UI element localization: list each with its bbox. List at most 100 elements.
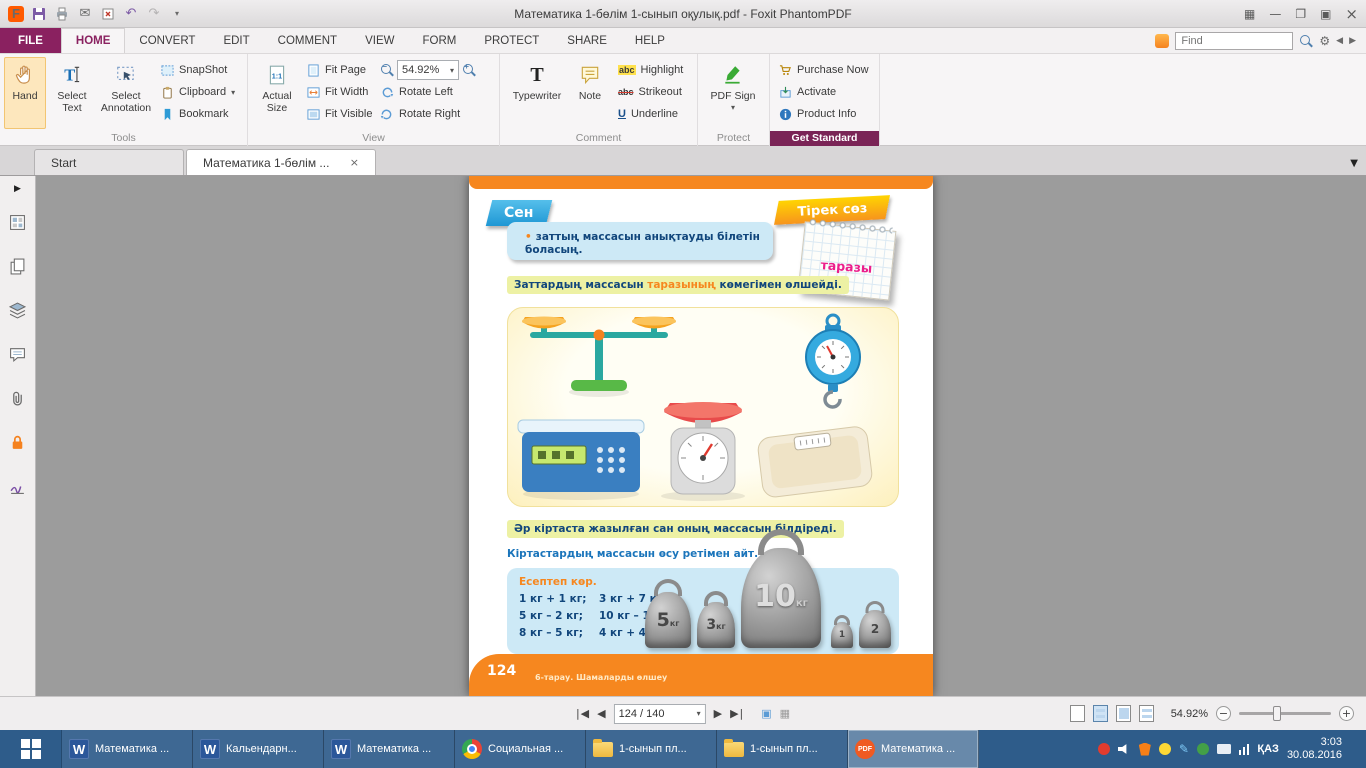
find-input[interactable]: [1175, 32, 1293, 50]
start-button[interactable]: [0, 730, 62, 768]
clipboard-button[interactable]: Clipboard ▾: [160, 82, 235, 102]
taskbar-app-word-3[interactable]: W Математика ...: [324, 730, 455, 768]
fit-width-button[interactable]: Fit Width: [306, 82, 368, 102]
taskbar-app-word-2[interactable]: W Кальендарн...: [193, 730, 324, 768]
find-search-icon[interactable]: [1299, 34, 1313, 48]
zoom-slider[interactable]: [1239, 712, 1331, 715]
ribbon-tab-protect[interactable]: PROTECT: [470, 28, 553, 53]
typewriter-button[interactable]: T Typewriter: [508, 57, 566, 129]
tray-icon-network-bars[interactable]: [1239, 743, 1250, 755]
comments-panel-icon[interactable]: [8, 344, 28, 364]
next-page-button[interactable]: ▶: [714, 707, 722, 720]
fit-page-button[interactable]: Fit Page: [306, 60, 366, 80]
layout-grid-icon[interactable]: ▦: [1244, 7, 1255, 21]
language-indicator[interactable]: ҚАЗ: [1257, 743, 1279, 755]
note-button[interactable]: Note: [570, 57, 610, 129]
undo-icon[interactable]: ↶: [123, 6, 139, 22]
signature-panel-icon[interactable]: [8, 476, 28, 496]
tray-icon-yellow[interactable]: [1159, 743, 1171, 755]
facing-view-icon[interactable]: [1116, 705, 1131, 722]
zoom-in-icon[interactable]: +: [462, 63, 476, 77]
close-document-icon[interactable]: [100, 6, 116, 22]
tray-icon-sound-app[interactable]: [1118, 744, 1131, 755]
underline-button[interactable]: U Underline: [618, 104, 678, 124]
ribbon-tab-convert[interactable]: CONVERT: [125, 28, 209, 53]
ribbon-tab-comment[interactable]: COMMENT: [264, 28, 351, 53]
strikeout-button[interactable]: abc Strikeout: [618, 82, 682, 102]
previous-page-button[interactable]: ◀: [597, 707, 605, 720]
save-icon[interactable]: [31, 6, 47, 22]
actual-size-button[interactable]: 1:1 Actual Size: [254, 57, 300, 129]
attachments-panel-icon[interactable]: [8, 388, 28, 408]
doc-tab-current[interactable]: Математика 1-бөлім ... ×: [186, 149, 376, 175]
ribbon-tab-home[interactable]: HOME: [61, 28, 126, 53]
product-info-button[interactable]: Product Info: [778, 104, 856, 124]
tray-icon-pen[interactable]: ✎: [1179, 742, 1189, 756]
panel-expand-icon[interactable]: ▶: [14, 184, 21, 194]
ribbon-tab-edit[interactable]: EDIT: [209, 28, 263, 53]
ribbon-tab-form[interactable]: FORM: [408, 28, 470, 53]
close-button[interactable]: ×: [1345, 5, 1358, 23]
comment-group-label: Comment: [500, 131, 697, 146]
select-text-button[interactable]: T Select Text: [48, 57, 96, 129]
taskbar-app-foxit[interactable]: PDF Математика ...: [848, 730, 979, 768]
tray-icon-green[interactable]: [1197, 743, 1209, 755]
print-icon[interactable]: [54, 6, 70, 22]
rotate-left-button[interactable]: Rotate Left: [380, 82, 453, 102]
thumbnails-panel-icon[interactable]: [8, 212, 28, 232]
tray-icon-red[interactable]: [1098, 743, 1110, 755]
ribbon-scroll-right-icon[interactable]: ▶: [1349, 36, 1356, 46]
grid2-icon[interactable]: ▣: [1320, 7, 1331, 21]
redo-icon[interactable]: ↷: [146, 6, 162, 22]
document-viewport[interactable]: Сен •заттың массасын анықтауды білетін б…: [36, 176, 1366, 696]
last-page-button[interactable]: ▶|: [730, 707, 743, 720]
doc-tab-list-caret-icon[interactable]: ▼: [1350, 158, 1358, 169]
pdf-sign-button[interactable]: PDF Sign ▾: [707, 57, 759, 129]
ribbon-tab-view[interactable]: VIEW: [351, 28, 408, 53]
doc-tab-close-icon[interactable]: ×: [350, 156, 359, 169]
clock[interactable]: 3:03 30.08.2016: [1287, 736, 1346, 762]
fit-visible-button[interactable]: Fit Visible: [306, 104, 372, 124]
snapshot-button[interactable]: SnapShot: [160, 60, 227, 80]
zoom-out-icon[interactable]: −: [380, 63, 394, 77]
zoom-in-button[interactable]: +: [1339, 706, 1354, 721]
single-page-view-icon[interactable]: [1070, 705, 1085, 722]
doc-tab-start[interactable]: Start: [34, 149, 184, 175]
layers-panel-icon[interactable]: [8, 300, 28, 320]
taskbar-app-word-1[interactable]: W Математика ...: [62, 730, 193, 768]
taskbar-app-folder-1[interactable]: 1-сынып пл...: [586, 730, 717, 768]
first-page-button[interactable]: |◀: [576, 707, 589, 720]
purchase-now-button[interactable]: Purchase Now: [778, 60, 869, 80]
hand-tool-button[interactable]: Hand: [4, 57, 46, 129]
tray-icon-antivirus-shield[interactable]: [1139, 743, 1151, 756]
next-view-button[interactable]: ▦: [780, 707, 790, 720]
security-panel-icon[interactable]: [8, 432, 28, 452]
activate-button[interactable]: Activate: [778, 82, 836, 102]
restore-button[interactable]: ❐: [1295, 7, 1306, 21]
email-icon[interactable]: ✉: [77, 6, 93, 22]
taskbar-app-label: 1-сынып пл...: [750, 743, 818, 755]
taskbar-app-folder-2[interactable]: 1-сынып пл...: [717, 730, 848, 768]
pages-panel-icon[interactable]: [8, 256, 28, 276]
continuous-view-icon[interactable]: [1093, 705, 1108, 722]
continuous-facing-view-icon[interactable]: [1139, 705, 1154, 722]
ribbon-tab-help[interactable]: HELP: [621, 28, 679, 53]
previous-view-button[interactable]: ▣: [761, 707, 771, 720]
minimize-button[interactable]: —: [1269, 7, 1281, 21]
app-logo-icon[interactable]: F: [8, 6, 24, 22]
rotate-right-button[interactable]: Rotate Right: [380, 104, 460, 124]
ribbon-tab-share[interactable]: SHARE: [553, 28, 621, 53]
zoom-slider-handle[interactable]: [1273, 706, 1281, 721]
gear-icon[interactable]: ⚙: [1319, 34, 1330, 48]
highlight-button[interactable]: abc Highlight: [618, 60, 683, 80]
tray-icon-keyboard[interactable]: [1217, 744, 1231, 754]
taskbar-app-chrome[interactable]: Социальная ...: [455, 730, 586, 768]
bookmark-button[interactable]: Bookmark: [160, 104, 229, 124]
page-number-combobox[interactable]: 124 / 140 ▾: [614, 704, 706, 724]
ribbon-tab-file[interactable]: FILE: [0, 28, 61, 53]
ribbon-scroll-left-icon[interactable]: ◀: [1336, 36, 1343, 46]
qat-customize-caret-icon[interactable]: ▾: [169, 6, 185, 22]
select-annotation-button[interactable]: Select Annotation: [98, 57, 154, 129]
zoom-combobox[interactable]: 54.92% ▾: [397, 60, 459, 80]
zoom-out-button[interactable]: −: [1216, 706, 1231, 721]
